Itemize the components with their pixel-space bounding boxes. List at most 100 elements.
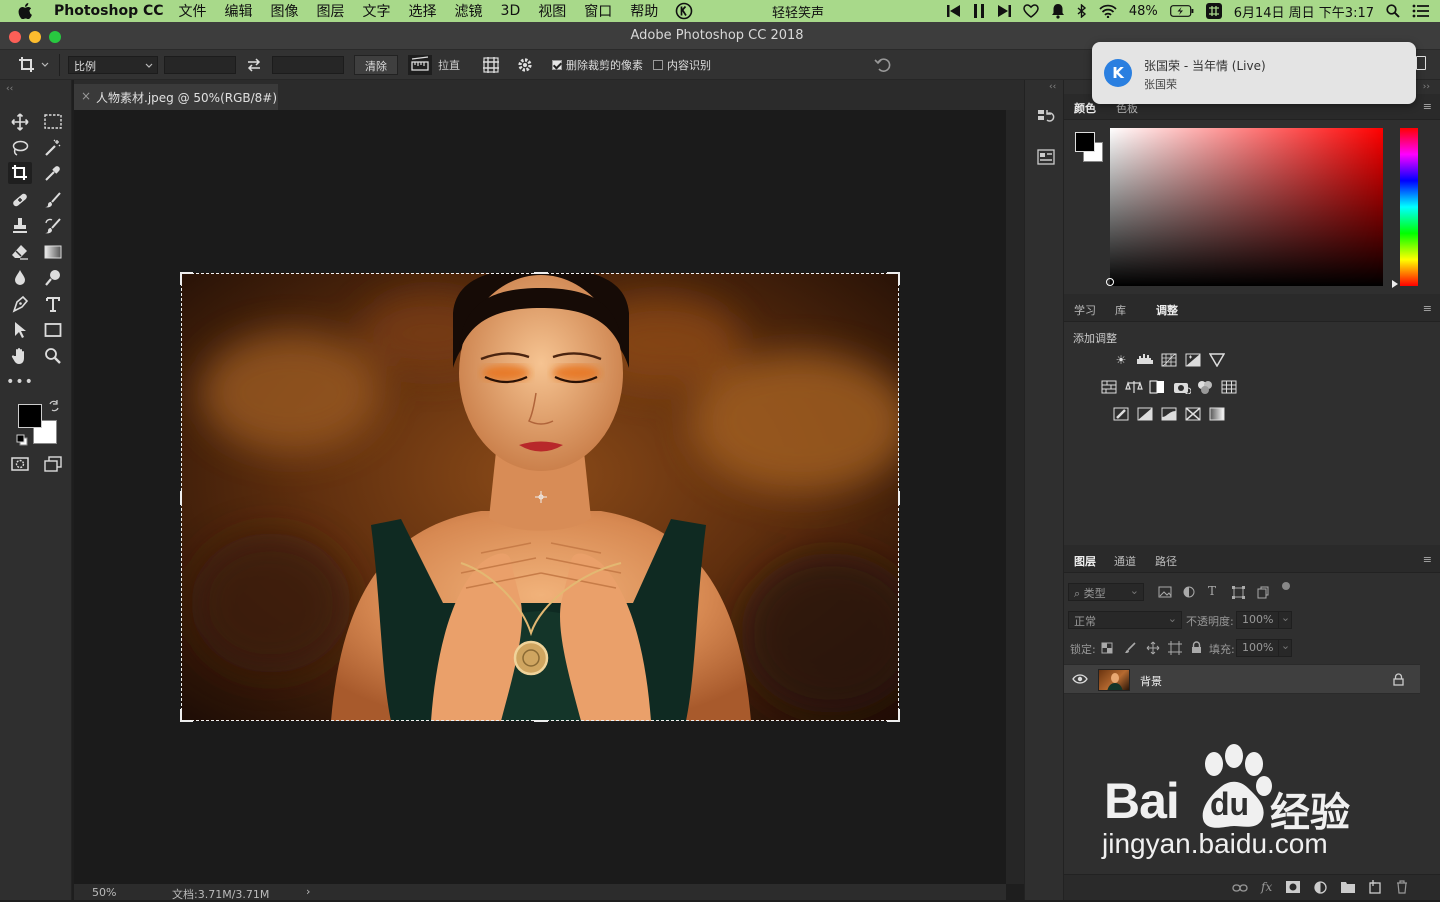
menu-type[interactable]: 文字 [363, 1, 391, 21]
clone-stamp-tool-icon[interactable] [8, 215, 32, 237]
tab-learn[interactable]: 学习 [1074, 302, 1096, 318]
menu-filter[interactable]: 滤镜 [455, 1, 483, 21]
heart-icon[interactable] [1023, 4, 1039, 18]
wifi-icon[interactable] [1099, 4, 1117, 18]
straighten-icon[interactable] [408, 54, 432, 75]
fill-input[interactable]: 100% ⌄ [1236, 639, 1292, 657]
new-adjustment-layer-icon[interactable] [1314, 881, 1327, 894]
vertical-scrollbar[interactable] [1006, 110, 1024, 884]
tab-color[interactable]: 颜色 [1074, 100, 1096, 116]
straighten-label[interactable]: 拉直 [438, 57, 460, 73]
overlay-grid-icon[interactable] [482, 56, 500, 74]
photo-filter-icon[interactable] [1173, 380, 1191, 394]
hue-slider-thumb[interactable] [1392, 280, 1398, 288]
lock-position-icon[interactable] [1146, 641, 1160, 655]
history-brush-tool-icon[interactable] [41, 215, 65, 237]
tab-layers[interactable]: 图层 [1074, 553, 1096, 569]
zoom-tool-icon[interactable] [41, 345, 65, 367]
foreground-color-swatch[interactable] [18, 404, 42, 428]
content-aware-checkbox[interactable] [653, 59, 663, 70]
menu-3d[interactable]: 3D [501, 3, 521, 19]
app-menu[interactable]: Photoshop CC [54, 3, 164, 19]
filter-pixel-icon[interactable] [1158, 586, 1172, 598]
menu-file[interactable]: 文件 [179, 1, 207, 21]
rectangle-tool-icon[interactable] [41, 319, 65, 341]
bell-icon[interactable] [1051, 3, 1065, 19]
posterize-icon[interactable] [1137, 407, 1153, 421]
layer-thumbnail[interactable] [1098, 669, 1130, 691]
menu-select[interactable]: 选择 [409, 1, 437, 21]
new-group-folder-icon[interactable] [1341, 881, 1355, 893]
content-aware-option[interactable]: 内容识别 [653, 57, 711, 73]
levels-icon[interactable] [1136, 353, 1153, 367]
delete-layer-trash-icon[interactable] [1396, 880, 1408, 894]
panel-expand-icon[interactable] [1416, 56, 1426, 70]
path-selection-tool-icon[interactable] [8, 319, 32, 341]
invert-icon[interactable] [1113, 407, 1129, 421]
color-balance-icon[interactable] [1125, 380, 1143, 394]
crop-settings-gear-icon[interactable] [516, 56, 534, 74]
screen-mode-icon[interactable] [41, 453, 65, 475]
tab-libraries[interactable]: 库 [1115, 302, 1126, 318]
menu-help[interactable]: 帮助 [630, 1, 658, 21]
eraser-tool-icon[interactable] [8, 241, 32, 263]
collapse-tools-icon[interactable]: ‹‹ [6, 84, 13, 94]
clear-button[interactable]: 清除 [354, 54, 398, 75]
layer-visibility-eye-icon[interactable] [1072, 674, 1088, 684]
delete-cropped-option[interactable]: 删除裁剪的像素 [552, 57, 643, 73]
lock-transparent-icon[interactable] [1101, 642, 1113, 654]
collapse-dock-icon[interactable]: ‹‹ [1049, 82, 1056, 92]
curves-icon[interactable] [1161, 353, 1177, 367]
menu-layer[interactable]: 图层 [317, 1, 345, 21]
move-tool-icon[interactable] [8, 111, 32, 133]
notification-center-icon[interactable] [1412, 4, 1430, 18]
more-tools-icon[interactable]: ••• [6, 371, 33, 393]
menu-image[interactable]: 图像 [271, 1, 299, 21]
now-playing-notification[interactable]: K 张国荣 - 当年情 (Live) 张国荣 [1092, 42, 1416, 104]
ratio-select[interactable]: 比例 [68, 55, 158, 74]
pen-tool-icon[interactable] [8, 293, 32, 315]
new-layer-icon[interactable] [1369, 880, 1381, 894]
healing-brush-tool-icon[interactable] [8, 189, 32, 211]
vibrance-icon[interactable] [1209, 353, 1225, 367]
hue-slider[interactable] [1400, 128, 1418, 286]
clock-datetime[interactable]: 6月14日 周日 下午3:17 [1234, 2, 1374, 21]
swap-ratio-icon[interactable] [246, 57, 262, 72]
opacity-input[interactable]: 100% ⌄ [1236, 611, 1292, 629]
color-lookup-icon[interactable] [1221, 380, 1237, 394]
ratio-height-input[interactable] [272, 55, 344, 74]
close-document-icon[interactable]: × [81, 89, 91, 103]
hue-saturation-icon[interactable] [1101, 380, 1117, 394]
layer-name[interactable]: 背景 [1140, 673, 1162, 689]
layer-filter-select[interactable]: ⌕ 类型 ⌄ [1068, 583, 1144, 601]
brightness-contrast-icon[interactable]: ☀ [1113, 353, 1129, 367]
quick-mask-icon[interactable] [8, 453, 32, 475]
music-app-icon[interactable] [675, 2, 693, 20]
crop-tool-icon[interactable] [8, 162, 32, 184]
swap-colors-icon[interactable] [48, 400, 60, 412]
link-layers-icon[interactable] [1232, 883, 1248, 893]
spotlight-search-icon[interactable] [1386, 4, 1400, 18]
previous-track-icon[interactable] [946, 5, 961, 17]
layer-row[interactable]: 背景 [1064, 664, 1420, 694]
color-field[interactable] [1110, 128, 1383, 286]
hand-tool-icon[interactable] [8, 345, 32, 367]
next-track-icon[interactable] [997, 5, 1011, 17]
menu-edit[interactable]: 编辑 [225, 1, 253, 21]
properties-panel-icon[interactable] [1037, 148, 1055, 166]
ratio-width-input[interactable] [164, 55, 236, 74]
filter-toggle-icon[interactable] [1282, 582, 1290, 590]
dodge-tool-icon[interactable] [41, 267, 65, 289]
lock-pixels-icon[interactable] [1124, 642, 1136, 654]
gradient-map-icon[interactable] [1209, 407, 1225, 421]
filter-smart-object-icon[interactable] [1257, 586, 1269, 599]
canvas-photo[interactable] [181, 273, 899, 721]
gradient-tool-icon[interactable] [41, 241, 65, 263]
threshold-icon[interactable] [1161, 407, 1177, 421]
panel-fg-color[interactable] [1075, 132, 1095, 152]
brush-tool-icon[interactable] [41, 189, 65, 211]
pause-icon[interactable] [973, 4, 985, 18]
lock-all-icon[interactable] [1191, 641, 1202, 654]
marquee-tool-icon[interactable] [41, 111, 65, 133]
crop-preset-icon[interactable] [18, 56, 49, 74]
